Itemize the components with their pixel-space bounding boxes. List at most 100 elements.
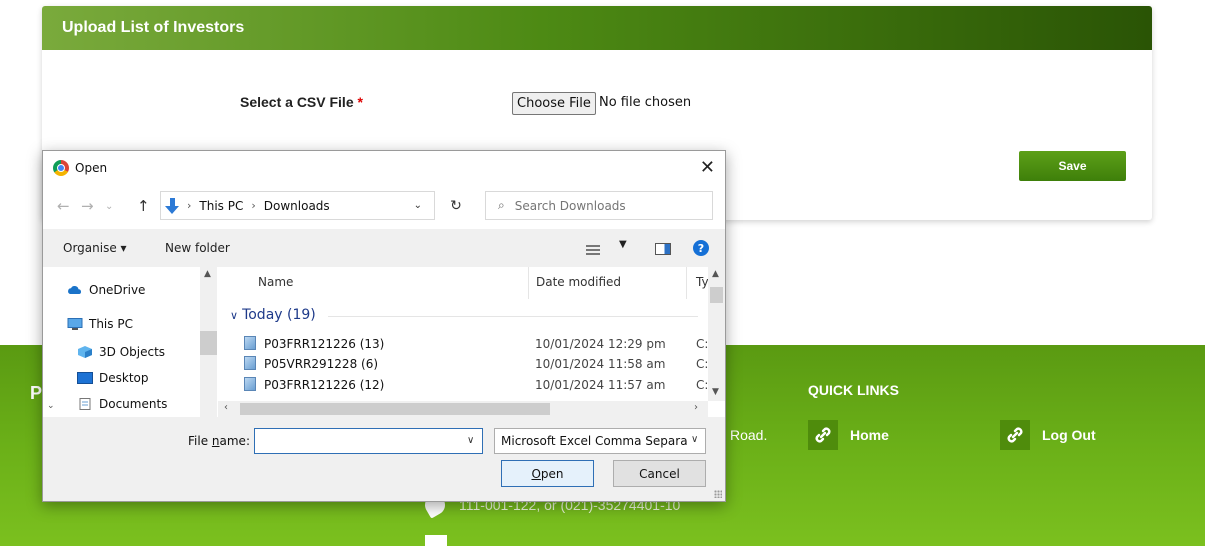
file-name-label: File name: [188, 434, 250, 448]
file-status: No file chosen [599, 95, 692, 110]
file-name-dropdown-icon[interactable]: ∨ [467, 435, 474, 446]
quick-link-label: Home [850, 427, 889, 443]
onedrive-icon [68, 285, 82, 294]
card-title: Upload List of Investors [62, 19, 245, 36]
nav-item-onedrive[interactable]: OneDrive [67, 283, 145, 297]
preview-pane-icon[interactable] [655, 243, 671, 255]
breadcrumb-separator-icon: › [187, 199, 192, 212]
column-header-date[interactable]: Date modified [536, 275, 621, 289]
nav-pane-scrollbar[interactable]: ▲ [200, 267, 217, 417]
breadcrumb-downloads[interactable]: Downloads [264, 199, 330, 213]
cube-icon [78, 346, 92, 358]
choose-file-button[interactable]: Choose File [512, 92, 596, 115]
nav-item-desktop[interactable]: Desktop [77, 371, 149, 385]
link-icon [808, 420, 838, 450]
organise-menu[interactable]: Organise ▾ [63, 241, 127, 255]
file-row[interactable]: P03FRR121226 (12) 10/01/2024 11:57 am C: [218, 375, 708, 395]
footer-address: Road. [730, 427, 768, 443]
search-input[interactable] [514, 198, 695, 213]
csv-file-icon [244, 356, 256, 370]
column-header-type[interactable]: Ty [696, 275, 709, 289]
scroll-left-icon[interactable]: ‹ [224, 402, 228, 413]
computer-icon [67, 318, 83, 330]
up-arrow-icon[interactable]: ↑ [137, 197, 150, 215]
cancel-button[interactable]: Cancel [613, 460, 706, 487]
file-name: P03FRR121226 (13) [264, 337, 385, 351]
open-button[interactable]: Open [501, 460, 594, 487]
column-divider [686, 267, 687, 299]
breadcrumb-this-pc[interactable]: This PC [199, 199, 243, 213]
back-arrow-icon[interactable]: ← [57, 197, 70, 215]
file-name: P05VRR291228 (6) [264, 357, 379, 371]
quick-link-logout[interactable]: Log Out [1000, 420, 1096, 450]
file-type: C: [696, 378, 709, 392]
file-list-hscroll-thumb[interactable] [240, 403, 550, 415]
open-button-accel: O [531, 466, 541, 481]
card-header: Upload List of Investors [42, 6, 1152, 50]
nav-item-this-pc[interactable]: This PC [67, 317, 133, 331]
file-date: 10/01/2024 11:58 am [535, 357, 666, 371]
nav-item-3d-objects[interactable]: 3D Objects [77, 345, 165, 359]
save-button[interactable]: Save [1019, 151, 1126, 181]
csv-file-icon [244, 377, 256, 391]
collapse-chevron-icon[interactable]: ⌄ [47, 401, 55, 411]
scroll-up-icon[interactable]: ▲ [204, 269, 211, 279]
help-icon[interactable]: ? [693, 240, 709, 256]
nav-item-label: Desktop [99, 371, 149, 385]
scroll-right-icon[interactable]: › [694, 402, 698, 413]
navigation-pane: OneDrive This PC 3D Objects Desktop Docu… [43, 267, 218, 417]
file-list-vscrollbar[interactable]: ▲ ▼ [708, 267, 725, 401]
group-chevron-icon: ∨ [230, 308, 239, 322]
chrome-icon [53, 160, 69, 176]
recent-locations-chevron-icon[interactable]: ⌄ [105, 201, 113, 212]
file-type-value: Microsoft Excel Comma Separa [501, 434, 688, 448]
dialog-title: Open [75, 161, 108, 175]
required-mark: * [357, 94, 363, 110]
file-date: 10/01/2024 11:57 am [535, 378, 666, 392]
csv-field-label-text: Select a CSV File [240, 94, 354, 110]
forward-arrow-icon[interactable]: → [81, 197, 94, 215]
file-row[interactable]: P03FRR121226 (13) 10/01/2024 12:29 pm C: [218, 334, 708, 354]
address-bar[interactable]: › This PC › Downloads ⌄ [160, 191, 435, 220]
file-list-hscrollbar[interactable]: ‹ › [218, 401, 708, 417]
file-name-label-pre: File [188, 434, 212, 448]
close-icon[interactable]: ✕ [700, 157, 715, 178]
column-divider [528, 267, 529, 299]
refresh-icon[interactable]: ↻ [443, 191, 469, 220]
scroll-up-icon[interactable]: ▲ [712, 269, 719, 279]
csv-field-label: Select a CSV File * [240, 94, 363, 110]
address-dropdown-icon[interactable]: ⌄ [414, 200, 422, 211]
file-name-input[interactable] [254, 428, 483, 454]
column-header-name[interactable]: Name [258, 275, 293, 289]
file-row[interactable]: P05VRR291228 (6) 10/01/2024 11:58 am C: [218, 354, 708, 374]
search-downloads-box[interactable]: ⌕ [485, 191, 713, 220]
nav-pane-scroll-thumb[interactable] [200, 331, 217, 355]
dialog-toolbar: Organise ▾ New folder ▼ ? [43, 229, 725, 267]
group-divider [328, 316, 698, 317]
scroll-down-icon[interactable]: ▼ [712, 387, 719, 397]
nav-item-documents[interactable]: Documents [77, 397, 167, 411]
view-dropdown-icon[interactable]: ▼ [619, 239, 627, 250]
dialog-navbar: ← → ⌄ ↑ › This PC › Downloads ⌄ ↻ ⌕ [43, 185, 725, 229]
quick-link-home[interactable]: Home [808, 420, 889, 450]
file-list-pane: Name Date modified Ty ∨ Today (19) P03FR… [218, 267, 725, 417]
breadcrumb-separator-icon: › [251, 199, 256, 212]
dialog-titlebar: Open ✕ [43, 151, 725, 185]
view-options-icon[interactable] [586, 243, 600, 255]
group-header-today[interactable]: ∨ Today (19) [230, 307, 316, 323]
nav-item-label: OneDrive [89, 283, 146, 297]
nav-item-label: This PC [89, 317, 133, 331]
file-list-vscroll-thumb[interactable] [710, 287, 723, 303]
documents-icon [79, 398, 91, 410]
csv-file-icon [244, 336, 256, 350]
quick-links-title: QUICK LINKS [808, 382, 899, 398]
file-type-dropdown-icon[interactable]: ∨ [691, 434, 698, 445]
new-folder-button[interactable]: New folder [165, 241, 230, 255]
mail-icon [425, 535, 447, 546]
dialog-footer: File name: ∨ Microsoft Excel Comma Separ… [43, 417, 725, 501]
open-file-dialog: Open ✕ ← → ⌄ ↑ › This PC › Downloads ⌄ ↻… [42, 150, 726, 502]
file-type-select[interactable]: Microsoft Excel Comma Separa [494, 428, 706, 454]
resize-grip-icon[interactable] [714, 490, 722, 498]
link-icon [1000, 420, 1030, 450]
file-name-label-accel: n [211, 434, 220, 448]
